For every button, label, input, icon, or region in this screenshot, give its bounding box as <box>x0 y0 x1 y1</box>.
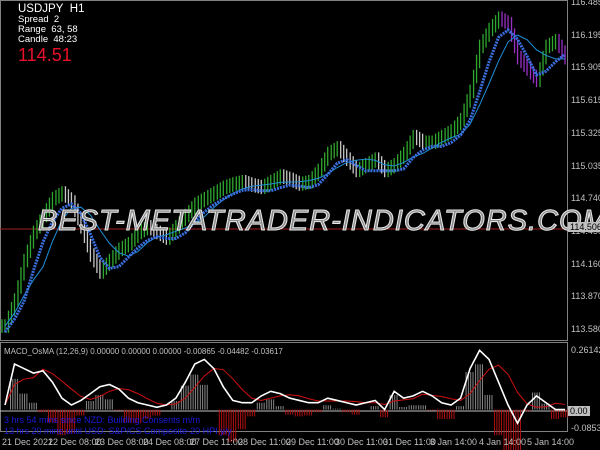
time-axis-label: 30 Dec 11:00 <box>335 437 388 447</box>
fast-ma-band <box>3 27 566 333</box>
time-axis-label: 27 Dec 11:00 <box>190 437 243 447</box>
price-axis-label: 116.195 <box>571 29 600 40</box>
candles <box>1 11 566 333</box>
watermark: BEST-METATRADER-INDICATORS.COM <box>38 205 600 238</box>
price-axis-label: 114.740 <box>571 193 600 204</box>
time-axis-label: 22 Dec 08:00 <box>48 437 102 447</box>
news-item[interactable]: 13 hrs 20 mins until USD: S&P/CS Composi… <box>4 426 232 437</box>
candle-timer: 48:23 <box>53 34 78 45</box>
price-axis-label: 113.870 <box>571 291 600 302</box>
time-axis-label: 29 Dec 11:00 <box>286 437 339 447</box>
time-axis-label: 3 Jan 14:00 <box>430 437 478 447</box>
price-axis-label: 116.485 <box>571 0 600 7</box>
time-axis-label: 28 Dec 11:00 <box>238 437 291 447</box>
price-axis-label: 113.580 <box>571 324 600 334</box>
news-panel: 3 hrs 54 mins since NZD: Building Consen… <box>4 415 232 437</box>
current-price: 114.51 <box>18 45 72 65</box>
macd-axis-zero: 0.00 <box>568 406 590 416</box>
time-axis-label: 31 Dec 11:00 <box>383 437 436 447</box>
time-axis-label: 4 Jan 14:00 <box>479 437 527 447</box>
macd-line <box>4 349 565 425</box>
signal-line <box>4 364 566 408</box>
moving-averages <box>3 27 566 333</box>
time-axis-label: 21 Dec 2021 <box>2 437 54 447</box>
price-axis-label: 115.035 <box>571 160 600 171</box>
news-item[interactable]: 3 hrs 54 mins since NZD: Building Consen… <box>4 415 232 426</box>
price-axis-label: 114.160 <box>571 258 600 269</box>
price-axis-label: 115.615 <box>571 95 600 106</box>
price-axis-label: 115.325 <box>571 127 600 138</box>
macd-label: MACD_OsMA (12,26,9) 0.00000 0.00000 0.00… <box>4 347 283 356</box>
current-price-tag: 114.506 <box>568 222 600 232</box>
slow-ma-line <box>4 34 565 327</box>
time-axis-label: 23 Dec 08:00 <box>95 437 149 447</box>
timeframe: H1 <box>69 3 85 15</box>
macd-axis-max: 0.26142 <box>571 345 600 355</box>
symbol-info: USDJPY H1 Spread 2 Range 63, 58 Candle 4… <box>18 3 85 65</box>
candle-label: Candle <box>18 34 49 45</box>
time-axis-label: 24 Dec 08:00 <box>143 437 197 447</box>
macd-axis-min: -0.08532 <box>571 423 600 433</box>
price-axis-label: 115.905 <box>571 62 600 73</box>
time-axis-label: 5 Jan 14:00 <box>527 437 575 447</box>
